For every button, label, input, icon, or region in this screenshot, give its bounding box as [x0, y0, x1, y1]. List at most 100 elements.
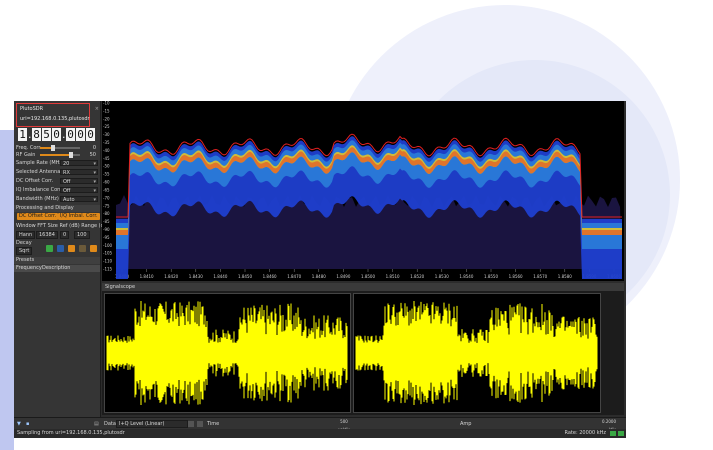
x-tick-label: 1.8480 [312, 274, 326, 279]
time-div-number: 500 [340, 419, 348, 424]
frequency-digit[interactable]: 0 [52, 128, 61, 141]
y-tick-label: -100 [103, 243, 113, 248]
y-tick-label: -70 [103, 195, 110, 200]
x-tick-label: 1.8420 [164, 274, 178, 279]
close-icon[interactable]: × [95, 106, 99, 112]
x-tick-label: 1.8510 [386, 274, 400, 279]
device-panel[interactable]: PlutoSDR × uri=192.168.0.135,plutosdr [16, 103, 99, 127]
dc-offset-select[interactable]: Off [60, 178, 98, 185]
mode-button-green[interactable] [46, 245, 53, 252]
x-tick-label: 1.8450 [238, 274, 252, 279]
frequency-separator: . [28, 128, 32, 141]
iq-imbalance-label: IQ Imbalance Corr. [16, 187, 63, 193]
column-description[interactable]: Description [42, 265, 70, 272]
y-tick-label: -60 [103, 180, 110, 185]
dc-offset-row: DC Offset Corr. Off [16, 177, 98, 185]
frequency-digit[interactable]: 0 [76, 128, 85, 141]
y-tick-label: -95 [103, 235, 110, 240]
y-tick-label: -35 [103, 140, 110, 145]
y-tick-label: -115 [103, 267, 113, 272]
frequency-digit[interactable]: 1 [18, 128, 27, 141]
y-tick-label: -80 [103, 211, 110, 216]
frequency-digit[interactable]: 0 [86, 128, 95, 141]
status-bar: Sampling from uri=192.168.0.135,plutosdr… [14, 429, 626, 438]
document-icon[interactable]: ▤ [94, 420, 99, 428]
mode-button-brown[interactable] [79, 245, 86, 252]
rf-gain-slider[interactable] [40, 152, 80, 158]
window-select[interactable]: Hann [16, 231, 36, 239]
dc-offset-button[interactable]: DC Offset Corr. [17, 213, 59, 220]
antenna-label: Selected Antenna [16, 169, 61, 175]
status-led-1 [610, 431, 616, 436]
x-tick-label: 1.8520 [410, 274, 424, 279]
sample-rate-row: Sample Rate (MHz) 20 [16, 159, 98, 167]
y-tick-label: -20 [103, 116, 110, 121]
y-tick-label: -25 [103, 124, 110, 129]
y-tick-label: -55 [103, 172, 110, 177]
sdr-app-window: PlutoSDR × uri=192.168.0.135,plutosdr 1 … [14, 101, 626, 438]
trash-icon[interactable]: ▪ [26, 420, 29, 428]
bandwidth-select[interactable]: Auto [60, 196, 98, 203]
amp-label: Amp [460, 421, 472, 427]
x-tick-label: 1.8580 [558, 274, 572, 279]
rf-gain-label: RF Gain [16, 152, 36, 158]
processing-header[interactable]: Processing and Display [14, 205, 100, 212]
y-tick-label: -50 [103, 164, 110, 169]
iq-imbalance-select[interactable]: Off [60, 187, 98, 194]
mode-button-blue[interactable] [57, 245, 64, 252]
status-text: Sampling from uri=192.168.0.135,plutosdr [17, 430, 125, 436]
presets-header[interactable]: Presets [14, 257, 100, 264]
presets-table-header: Frequency Description [14, 265, 100, 272]
sidebar: PlutoSDR × uri=192.168.0.135,plutosdr 1 … [14, 101, 110, 421]
filter-icon[interactable]: ▼ [17, 420, 21, 428]
frequency-display[interactable]: 1 . 8 5 0 . 0 0 0 [18, 128, 95, 141]
iq-imbalance-button[interactable]: I/Q Imbal. Corr. [58, 213, 100, 220]
device-uri: uri=192.168.0.135,plutosdr [20, 116, 90, 122]
x-tick-label: 1.8570 [533, 274, 547, 279]
fft-size-select[interactable]: 16384 [36, 231, 58, 239]
column-frequency[interactable]: Frequency [16, 265, 42, 272]
x-tick-label: 1.8410 [140, 274, 154, 279]
toggle-button-2[interactable] [197, 421, 203, 427]
ref-db-field[interactable]: 0 [60, 231, 70, 239]
scope-panel-left[interactable] [104, 293, 351, 413]
display-mode-buttons [46, 245, 100, 253]
frequency-digit[interactable]: 5 [42, 128, 51, 141]
sample-rate-status: Rate: 20000 kHz [564, 430, 606, 436]
freq-corr-slider[interactable] [40, 145, 80, 151]
antenna-select[interactable]: RX [60, 169, 98, 176]
x-tick-label: 1.8550 [484, 274, 498, 279]
range-db-field[interactable]: 100 [74, 231, 90, 239]
status-led-2 [618, 431, 624, 436]
device-title: PlutoSDR [20, 106, 44, 112]
bandwidth-row: Bandwidth (MHz) Auto [16, 195, 98, 203]
frequency-digit[interactable]: 0 [66, 128, 75, 141]
y-tick-label: -110 [103, 259, 113, 264]
decay-select[interactable]: Sqrt [16, 247, 33, 255]
x-tick-label: 1.8470 [287, 274, 301, 279]
amp-div-number: 0.2000 [602, 419, 616, 424]
frequency-separator: . [62, 128, 66, 141]
x-tick-label: 1.8490 [336, 274, 350, 279]
rf-gain-value: 50 [89, 152, 96, 158]
mode-button-orange-2[interactable] [90, 245, 97, 252]
iq-imbalance-row: IQ Imbalance Corr. Off [16, 186, 98, 194]
x-tick-label: 1.8440 [213, 274, 227, 279]
bandwidth-label: Bandwidth (MHz) [16, 196, 59, 202]
x-tick-label: 1.8540 [459, 274, 473, 279]
rf-gain-row: RF Gain 50 [16, 151, 98, 159]
x-tick-label: 1.8460 [263, 274, 277, 279]
y-tick-label: -40 [103, 148, 110, 153]
x-tick-label: 1.8500 [361, 274, 375, 279]
frequency-digit[interactable]: 8 [32, 128, 41, 141]
fft-label: Window FFT Size Ref (dB) Range (dB) [16, 223, 110, 229]
sample-rate-select[interactable]: 20 [60, 160, 98, 167]
x-tick-label: 1.8430 [189, 274, 203, 279]
signalscope-area [102, 291, 624, 415]
spectrum-plot[interactable]: -10 -15 -20 -25 -30 -35 -40 -45 -50 -55 -60 -65 -70 -… [102, 101, 624, 281]
toggle-button-1[interactable] [188, 421, 194, 427]
data-select[interactable]: I+Q Level (Linear) [116, 420, 188, 428]
mode-button-orange[interactable] [68, 245, 75, 252]
scope-panel-right[interactable] [353, 293, 601, 413]
y-tick-label: -10 [103, 101, 110, 106]
